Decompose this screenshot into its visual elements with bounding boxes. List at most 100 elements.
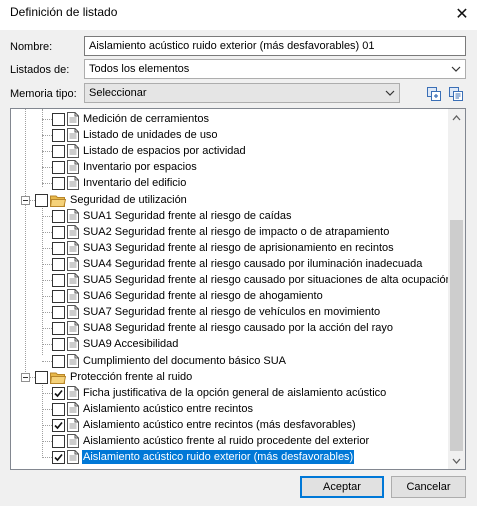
tree-line <box>42 328 52 329</box>
tree-line <box>42 361 52 362</box>
document-icon <box>67 209 79 223</box>
tree-item-label: Aislamiento acústico entre recintos <box>83 403 253 415</box>
tree-item-label: Medición de cerramientos <box>83 113 209 125</box>
tree-checkbox[interactable] <box>52 386 65 400</box>
collapse-icon[interactable] <box>21 196 30 205</box>
tree-list-item[interactable]: SUA5 Seguridad frente al riesgo causado … <box>52 272 453 288</box>
window-title: Definición de listado <box>10 5 118 19</box>
tree-line <box>42 280 52 281</box>
document-icon <box>67 337 79 351</box>
folder-icon <box>49 371 67 384</box>
tree-list-item[interactable]: SUA7 Seguridad frente al riesgo de vehíc… <box>52 304 381 320</box>
tree-list-item[interactable]: SUA9 Accesibilidad <box>52 336 179 352</box>
checkmark-icon <box>53 420 64 431</box>
tree-list-item[interactable]: SUA8 Seguridad frente al riesgo causado … <box>52 320 394 336</box>
tree-list-item[interactable]: Listado de espacios por actividad <box>52 143 247 159</box>
tree-item-label: Aislamiento acústico frente al ruido pro… <box>83 435 370 447</box>
tree-folder-item[interactable]: Protección frente al ruido <box>35 369 193 385</box>
scroll-thumb[interactable] <box>450 220 463 451</box>
tree-folder-item[interactable]: Seguridad de utilización <box>35 192 188 208</box>
tree-line <box>25 109 26 372</box>
tree-list-item[interactable]: Medición de cerramientos <box>52 111 210 127</box>
tree-line <box>42 441 52 442</box>
tree-checkbox[interactable] <box>52 337 65 351</box>
tree-list-item[interactable]: Inventario por espacios <box>52 159 198 175</box>
tree-checkbox[interactable] <box>52 402 65 416</box>
chevron-down-icon <box>384 85 396 101</box>
tree-list-item[interactable]: SUA6 Seguridad frente al riesgo de ahoga… <box>52 288 324 304</box>
tree-checkbox[interactable] <box>52 176 65 190</box>
tree-list-item[interactable]: Cumplimiento del documento básico SUA <box>52 353 287 369</box>
paste-icon[interactable] <box>448 86 464 102</box>
tree-checkbox[interactable] <box>52 209 65 223</box>
memoria-select[interactable]: Seleccionar <box>84 83 400 103</box>
tree-item-label: SUA7 Seguridad frente al riesgo de vehíc… <box>83 306 381 318</box>
tree-checkbox[interactable] <box>52 128 65 142</box>
tree-checkbox[interactable] <box>52 354 65 368</box>
tree-line <box>42 183 52 184</box>
document-icon <box>67 273 79 287</box>
tree-list-item[interactable]: SUA2 Seguridad frente al riesgo de impac… <box>52 224 390 240</box>
tree-checkbox[interactable] <box>52 144 65 158</box>
document-icon <box>67 418 79 432</box>
nombre-label: Nombre: <box>10 41 53 53</box>
tree-scrollbar[interactable] <box>448 109 465 469</box>
tree-line <box>42 248 52 249</box>
tree-list-item[interactable]: SUA4 Seguridad frente al riesgo causado … <box>52 256 423 272</box>
tree-item-label: Aislamiento acústico ruido exterior (más… <box>80 449 356 465</box>
tree-checkbox[interactable] <box>52 160 65 174</box>
tree-line <box>42 167 52 168</box>
tree-list-item[interactable]: Aislamiento acústico ruido exterior (más… <box>52 449 356 465</box>
tree-line <box>42 296 52 297</box>
document-icon <box>67 241 79 255</box>
tree-item-label: SUA3 Seguridad frente al riesgo de apris… <box>83 242 394 254</box>
tree-checkbox[interactable] <box>52 241 65 255</box>
cancel-button[interactable]: Cancelar <box>391 476 466 498</box>
tree-checkbox[interactable] <box>52 273 65 287</box>
tree-checkbox[interactable] <box>52 305 65 319</box>
document-icon <box>67 321 79 335</box>
tree-list-item[interactable]: Aislamiento acústico entre recintos <box>52 401 254 417</box>
tree-item-label: Ficha justificativa de la opción general… <box>83 387 387 399</box>
tree-checkbox[interactable] <box>35 370 48 384</box>
tree-checkbox[interactable] <box>52 418 65 432</box>
tree-item-label: Inventario por espacios <box>83 161 197 173</box>
tree-list-item[interactable]: Listado de unidades de uso <box>52 127 219 143</box>
document-icon <box>67 128 79 142</box>
nombre-input[interactable]: Aislamiento acústico ruido exterior (más… <box>84 36 466 56</box>
listados-select[interactable]: Todos los elementos <box>84 59 466 79</box>
tree-item-label: SUA4 Seguridad frente al riesgo causado … <box>83 258 423 270</box>
document-icon <box>67 176 79 190</box>
scroll-down-icon[interactable] <box>448 452 465 469</box>
tree-list-item[interactable]: SUA3 Seguridad frente al riesgo de apris… <box>52 240 395 256</box>
tree-list-item[interactable]: Aislamiento acústico entre recintos (más… <box>52 417 357 433</box>
close-icon[interactable]: ✕ <box>447 0 477 28</box>
tree-item-label: Seguridad de utilización <box>70 194 187 206</box>
tree-checkbox[interactable] <box>52 434 65 448</box>
tree-checkbox[interactable] <box>52 289 65 303</box>
tree-list-item[interactable]: Aislamiento acústico frente al ruido pro… <box>52 433 370 449</box>
tree-checkbox[interactable] <box>52 257 65 271</box>
accept-button[interactable]: Aceptar <box>300 476 384 498</box>
tree-line <box>42 135 52 136</box>
tree-item-label: Listado de unidades de uso <box>83 129 218 141</box>
document-icon <box>67 305 79 319</box>
scroll-up-icon[interactable] <box>448 109 465 126</box>
tree-list-item[interactable]: Inventario del edificio <box>52 175 187 191</box>
tree-checkbox[interactable] <box>52 321 65 335</box>
listados-tree[interactable]: Medición de cerramientos Listado de unida… <box>10 108 466 470</box>
tree-item-label: Protección frente al ruido <box>70 371 193 383</box>
collapse-icon[interactable] <box>21 373 30 382</box>
tree-list-item[interactable]: Ficha justificativa de la opción general… <box>52 385 387 401</box>
document-icon <box>67 354 79 368</box>
document-icon <box>67 112 79 126</box>
tree-checkbox[interactable] <box>52 225 65 239</box>
tree-item-label: Aislamiento acústico entre recintos (más… <box>83 419 356 431</box>
tree-line <box>42 393 52 394</box>
tree-list-item[interactable]: SUA1 Seguridad frente al riesgo de caída… <box>52 208 293 224</box>
tree-line <box>42 216 52 217</box>
tree-checkbox[interactable] <box>35 193 48 207</box>
copy-icon[interactable] <box>426 86 442 102</box>
tree-checkbox[interactable] <box>52 112 65 126</box>
tree-checkbox[interactable] <box>52 450 65 464</box>
